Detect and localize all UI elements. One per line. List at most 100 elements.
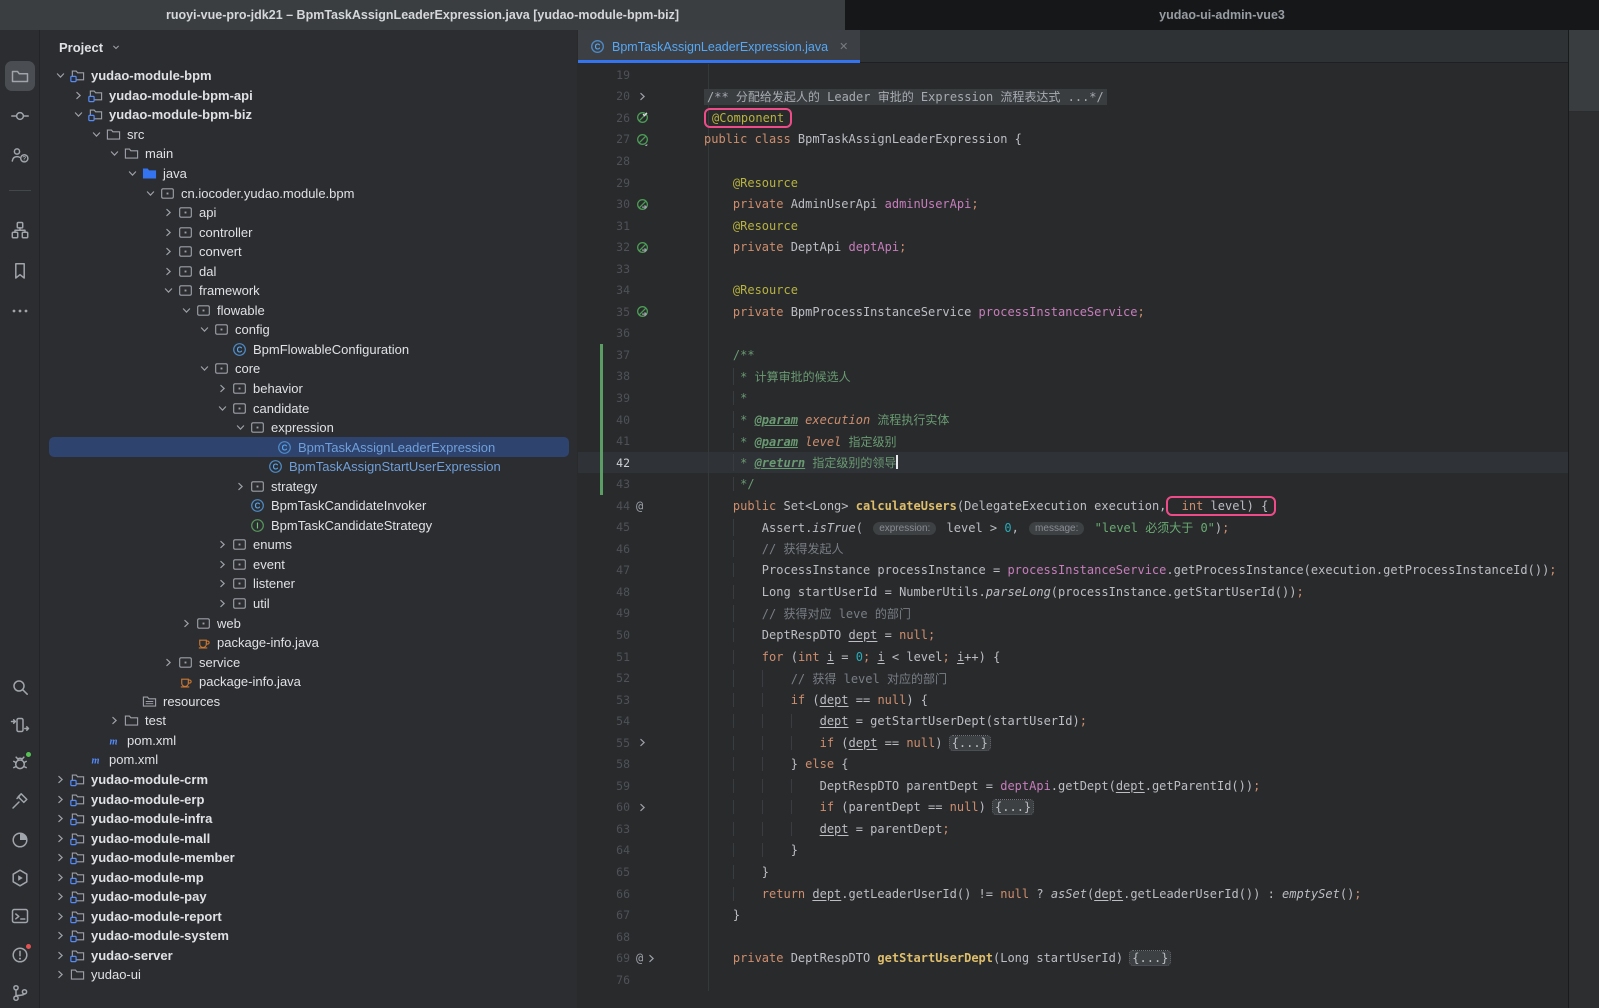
run-icon[interactable]: [5, 710, 35, 740]
tree-row-package-info-java[interactable]: package-info.java: [40, 633, 577, 653]
code-text[interactable]: if (parentDept == null) {...}: [680, 800, 1033, 814]
chevron-collapsed-icon[interactable]: [52, 793, 69, 806]
tree-row-pom-xml[interactable]: mpom.xml: [40, 750, 577, 770]
code-line-47[interactable]: 47 ProcessInstance processInstance = pro…: [578, 560, 1568, 582]
chevron-expanded-icon[interactable]: [70, 108, 87, 121]
line-number[interactable]: 76: [578, 973, 630, 987]
chevron-collapsed-icon[interactable]: [214, 382, 231, 395]
tree-row-convert[interactable]: convert: [40, 242, 577, 262]
line-number[interactable]: 46: [578, 542, 630, 556]
spring-check-icon[interactable]: [636, 111, 649, 124]
line-number[interactable]: 58: [578, 757, 630, 771]
line-number[interactable]: 28: [578, 154, 630, 168]
code-line-29[interactable]: 29 @Resource: [578, 172, 1568, 194]
code-line-41[interactable]: 41 * @param level 指定级别: [578, 430, 1568, 452]
tree-row-yudao-module-crm[interactable]: yudao-module-crm: [40, 770, 577, 790]
code-line-36[interactable]: 36: [578, 323, 1568, 345]
more-icon[interactable]: [5, 296, 35, 326]
terminal-icon[interactable]: [5, 901, 35, 931]
code-text[interactable]: */: [680, 477, 755, 491]
code-text[interactable]: for (int i = 0; i < level; i++) {: [680, 650, 1000, 664]
code-text[interactable]: } else {: [680, 757, 849, 771]
chevron-expanded-icon[interactable]: [106, 147, 123, 160]
code-text[interactable]: private AdminUserApi adminUserApi;: [680, 197, 979, 211]
code-text[interactable]: *: [680, 391, 747, 405]
line-number[interactable]: 27: [578, 132, 630, 146]
tree-row-yudao-ui[interactable]: yudao-ui: [40, 965, 577, 985]
pull-requests-icon[interactable]: ?: [5, 140, 35, 170]
tree-row-enums[interactable]: enums: [40, 535, 577, 555]
services-icon[interactable]: [5, 863, 35, 893]
chevron-collapsed-icon[interactable]: [214, 597, 231, 610]
chevron-collapsed-icon[interactable]: [52, 949, 69, 962]
tree-row-cn-iocoder-yudao-module-bpm[interactable]: cn.iocoder.yudao.module.bpm: [40, 183, 577, 203]
chevron-collapsed-icon[interactable]: [214, 538, 231, 551]
folded-code-chip[interactable]: {...}: [993, 800, 1033, 814]
chevron-collapsed-icon[interactable]: [160, 226, 177, 239]
chevron-expanded-icon[interactable]: [160, 284, 177, 297]
chevron-expanded-icon[interactable]: [196, 362, 213, 375]
line-number[interactable]: 19: [578, 68, 630, 82]
debug-icon[interactable]: [5, 748, 35, 778]
tree-row-yudao-module-report[interactable]: yudao-module-report: [40, 907, 577, 927]
background-window-title[interactable]: yudao-ui-admin-vue3: [845, 0, 1599, 30]
profiler-icon[interactable]: [5, 825, 35, 855]
code-line-59[interactable]: 59 DeptRespDTO parentDept = deptApi.getD…: [578, 775, 1568, 797]
structure-icon[interactable]: [5, 215, 35, 245]
chevron-expanded-icon[interactable]: [232, 421, 249, 434]
line-number[interactable]: 35: [578, 305, 630, 319]
chevron-collapsed-icon[interactable]: [160, 656, 177, 669]
code-line-38[interactable]: 38 * 计算审批的候选人: [578, 366, 1568, 388]
chevron-collapsed-icon[interactable]: [52, 910, 69, 923]
chevron-collapsed-icon[interactable]: [232, 480, 249, 493]
chevron-expanded-icon[interactable]: [214, 402, 231, 415]
line-number[interactable]: 66: [578, 887, 630, 901]
code-text[interactable]: /**: [680, 348, 755, 362]
chevron-expanded-icon[interactable]: [52, 69, 69, 82]
code-line-37[interactable]: 37 /**: [578, 344, 1568, 366]
line-number[interactable]: 64: [578, 843, 630, 857]
line-number[interactable]: 39: [578, 391, 630, 405]
tree-row-yudao-module-pay[interactable]: yudao-module-pay: [40, 887, 577, 907]
line-number[interactable]: 55: [578, 736, 630, 750]
tree-row-yudao-module-mall[interactable]: yudao-module-mall: [40, 828, 577, 848]
code-text[interactable]: @Resource: [680, 219, 798, 233]
code-line-42[interactable]: 42 * @return 指定级别的领导: [578, 452, 1568, 474]
code-text[interactable]: public class BpmTaskAssignLeaderExpressi…: [680, 132, 1022, 146]
fold-arrow-icon[interactable]: [636, 801, 649, 814]
code-line-44[interactable]: 44@ public Set<Long> calculateUsers(Dele…: [578, 495, 1568, 517]
code-line-31[interactable]: 31 @Resource: [578, 215, 1568, 237]
chevron-collapsed-icon[interactable]: [160, 206, 177, 219]
code-line-53[interactable]: 53 if (dept == null) {: [578, 689, 1568, 711]
line-number[interactable]: 44: [578, 499, 630, 513]
code-line-55[interactable]: 55 if (dept == null) {...}: [578, 732, 1568, 754]
chevron-collapsed-icon[interactable]: [52, 871, 69, 884]
tree-row-java[interactable]: java: [40, 164, 577, 184]
problems-icon[interactable]: [5, 940, 35, 970]
folded-code-chip[interactable]: {...}: [1130, 951, 1170, 965]
tree-row-yudao-module-erp[interactable]: yudao-module-erp: [40, 789, 577, 809]
chevron-expanded-icon[interactable]: [124, 167, 141, 180]
tree-row-core[interactable]: core: [40, 359, 577, 379]
tree-row-yudao-module-bpm[interactable]: yudao-module-bpm: [40, 66, 577, 86]
line-number[interactable]: 43: [578, 477, 630, 491]
line-number[interactable]: 52: [578, 671, 630, 685]
line-number[interactable]: 26: [578, 111, 630, 125]
code-line-46[interactable]: 46 // 获得发起人: [578, 538, 1568, 560]
chevron-collapsed-icon[interactable]: [52, 812, 69, 825]
code-text[interactable]: DeptRespDTO parentDept = deptApi.getDept…: [680, 779, 1260, 793]
code-line-66[interactable]: 66 return dept.getLeaderUserId() != null…: [578, 883, 1568, 905]
line-number[interactable]: 34: [578, 283, 630, 297]
tree-row-candidate[interactable]: candidate: [40, 398, 577, 418]
fold-arrow-icon[interactable]: [636, 90, 649, 103]
tree-row-bpmflowableconfiguration[interactable]: CBpmFlowableConfiguration: [40, 340, 577, 360]
code-line-43[interactable]: 43 */: [578, 473, 1568, 495]
code-text[interactable]: DeptRespDTO dept = null;: [680, 628, 935, 642]
code-line-50[interactable]: 50 DeptRespDTO dept = null;: [578, 624, 1568, 646]
code-text[interactable]: }: [680, 843, 798, 857]
code-text[interactable]: // 获得发起人: [680, 540, 843, 557]
tree-row-src[interactable]: src: [40, 125, 577, 145]
tree-row-controller[interactable]: controller: [40, 222, 577, 242]
chevron-collapsed-icon[interactable]: [52, 773, 69, 786]
tree-row-service[interactable]: service: [40, 652, 577, 672]
